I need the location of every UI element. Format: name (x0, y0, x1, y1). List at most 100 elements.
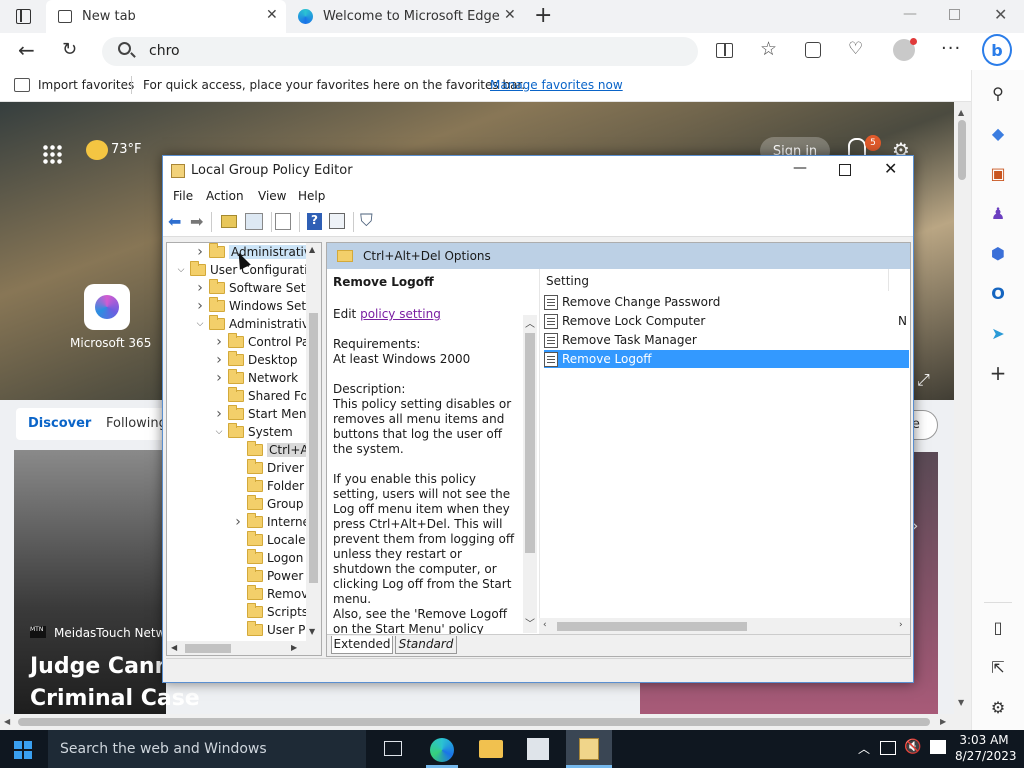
address-bar[interactable]: chro (102, 37, 698, 66)
tab-following[interactable]: Following (106, 416, 167, 431)
tab-extended[interactable]: Extended (331, 636, 393, 654)
close-window-icon[interactable]: ✕ (994, 5, 1007, 24)
gpedit-close-icon[interactable]: ✕ (884, 159, 897, 178)
list-hscroll[interactable]: ‹ › (539, 618, 910, 634)
tree-hscroll[interactable]: ◀ ▶ (167, 641, 321, 655)
tree-node[interactable]: ⌵ System (167, 423, 293, 441)
scroll-thumb-h[interactable] (18, 718, 930, 726)
expand-arrow-icon[interactable]: › (213, 370, 225, 386)
desc-vscroll[interactable]: ︿ ﹀ (523, 315, 537, 633)
tree-node[interactable]: › Interne (167, 513, 310, 531)
new-tab-plus-icon[interactable]: + (534, 3, 552, 28)
tree-node[interactable]: Driver (167, 459, 304, 477)
sidebar-settings-icon[interactable]: ⚙ (987, 696, 1009, 718)
more-menu-icon[interactable]: ··· (941, 38, 961, 59)
start-windows-icon[interactable] (14, 741, 32, 759)
page-horizontal-scrollbar[interactable]: ◀ ▶ (0, 714, 971, 730)
store-icon[interactable] (527, 738, 549, 760)
tree-node[interactable]: Folder (167, 477, 304, 495)
expand-arrow-icon[interactable]: › (213, 334, 225, 350)
file-explorer-icon[interactable] (479, 740, 503, 758)
list-hscroll-thumb[interactable] (557, 622, 747, 631)
edit-policy-setting-link[interactable]: policy setting (360, 307, 441, 321)
bing-copilot-icon[interactable]: b (982, 34, 1012, 66)
scroll-up-icon[interactable]: ▲ (958, 108, 964, 117)
tree-node[interactable]: Locale (167, 531, 305, 549)
minimize-icon[interactable]: — (903, 6, 917, 22)
headline-line1[interactable]: Judge Cann (30, 654, 170, 679)
back-icon[interactable]: ⬅ (168, 212, 181, 231)
m365-sidebar-icon[interactable]: ⬢ (987, 242, 1009, 264)
gpedit-titlebar[interactable]: Local Group Policy Editor — ✕ (163, 156, 913, 186)
collapse-arrow-icon[interactable]: ⌵ (175, 265, 187, 275)
import-favorites-button[interactable]: Import favorites (38, 78, 134, 92)
refresh-icon[interactable]: ↻ (62, 39, 77, 60)
taskbar-time[interactable]: 3:03 AM (955, 733, 1013, 747)
tree-scroll-right-icon[interactable]: ▶ (291, 643, 297, 652)
taskbar-edge-icon[interactable] (430, 738, 454, 762)
gpedit-minimize-icon[interactable]: — (793, 160, 807, 176)
tools-briefcase-icon[interactable]: ▣ (987, 162, 1009, 184)
address-input[interactable]: chro (149, 43, 180, 59)
network-icon[interactable] (880, 741, 896, 755)
forward-icon[interactable]: ➡ (190, 212, 203, 231)
add-sidebar-icon[interactable]: + (987, 361, 1009, 385)
collections-icon[interactable] (805, 42, 821, 58)
properties-icon[interactable] (329, 213, 345, 229)
expand-arrow-icon[interactable]: › (213, 406, 225, 422)
tree-scroll-down-icon[interactable]: ▼ (309, 627, 315, 636)
tree-vscroll[interactable]: ▲ ▼ (306, 243, 321, 641)
profile-avatar[interactable] (893, 38, 917, 61)
tree-node[interactable]: Shared Fol (167, 387, 311, 405)
volume-muted-icon[interactable]: 🔇 (904, 739, 921, 755)
task-view-icon[interactable] (384, 741, 402, 756)
up-folder-icon[interactable] (221, 215, 237, 228)
collapse-arrow-icon[interactable]: ⌵ (194, 319, 206, 329)
scroll-down-icon[interactable]: ▼ (958, 698, 964, 707)
tree-node[interactable]: Scripts (167, 603, 308, 621)
sidebar-panel-icon[interactable]: ▯ (987, 616, 1009, 638)
setting-row[interactable]: Remove Logoff (544, 350, 909, 368)
tree-node[interactable]: › Start Menu (167, 405, 314, 423)
apps-grid-icon[interactable] (42, 144, 62, 164)
search-icon[interactable]: ⚲ (987, 82, 1009, 104)
tree-node[interactable]: Logon (167, 549, 303, 567)
shopping-tag-icon[interactable]: ◆ (987, 122, 1009, 144)
headline-line2[interactable]: Criminal Case (30, 686, 200, 711)
setting-row[interactable]: Remove Task Manager (544, 331, 697, 349)
tree-node[interactable]: Power (167, 567, 303, 585)
tree-node[interactable]: Remov (167, 585, 308, 603)
close-tab-icon[interactable]: ✕ (504, 7, 516, 23)
gpedit-maximize-icon[interactable] (839, 164, 851, 176)
export-list-icon[interactable] (275, 213, 291, 230)
back-arrow-icon[interactable]: ← (18, 38, 35, 62)
tab-new-tab[interactable]: New tab ✕ (46, 0, 286, 33)
tree-node[interactable]: › Software Setti (167, 279, 313, 297)
expand-arrow-icon[interactable]: › (194, 280, 206, 296)
close-tab-icon[interactable]: ✕ (266, 7, 278, 23)
list-scroll-right-icon[interactable]: › (899, 620, 903, 630)
tab-welcome-edge[interactable]: Welcome to Microsoft Edge ✕ (290, 0, 526, 33)
tray-chevron-icon[interactable]: ︿ (858, 740, 870, 757)
tree-node[interactable]: › Windows Sett (167, 297, 311, 315)
menu-help[interactable]: Help (298, 189, 325, 203)
expand-arrow-icon[interactable]: › (232, 514, 244, 530)
tree-node[interactable]: › Network (167, 369, 298, 387)
tree-scroll-up-icon[interactable]: ▲ (309, 245, 315, 254)
tree-node[interactable]: › Desktop (167, 351, 298, 369)
tree-node[interactable]: User Pr (167, 621, 310, 639)
manage-favorites-link[interactable]: Manage favorites now (490, 78, 623, 92)
weather-temp[interactable]: 73°F (111, 142, 142, 157)
scroll-left-icon[interactable]: ◀ (4, 717, 10, 726)
favorites-star-icon[interactable]: ☆ (760, 38, 777, 60)
filter-icon[interactable]: ⛉ (360, 211, 373, 231)
taskbar-date[interactable]: 8/27/2023 (955, 749, 1017, 763)
browser-essentials-icon[interactable]: ♡ (848, 39, 863, 59)
menu-view[interactable]: View (258, 189, 286, 203)
split-screen-icon[interactable] (716, 43, 733, 58)
tree-hscroll-thumb[interactable] (185, 644, 231, 653)
m365-tile[interactable] (84, 284, 130, 330)
expand-arrow-icon[interactable]: › (194, 244, 206, 260)
tab-standard[interactable]: Standard (395, 636, 457, 654)
tab-actions-icon[interactable] (16, 9, 31, 24)
